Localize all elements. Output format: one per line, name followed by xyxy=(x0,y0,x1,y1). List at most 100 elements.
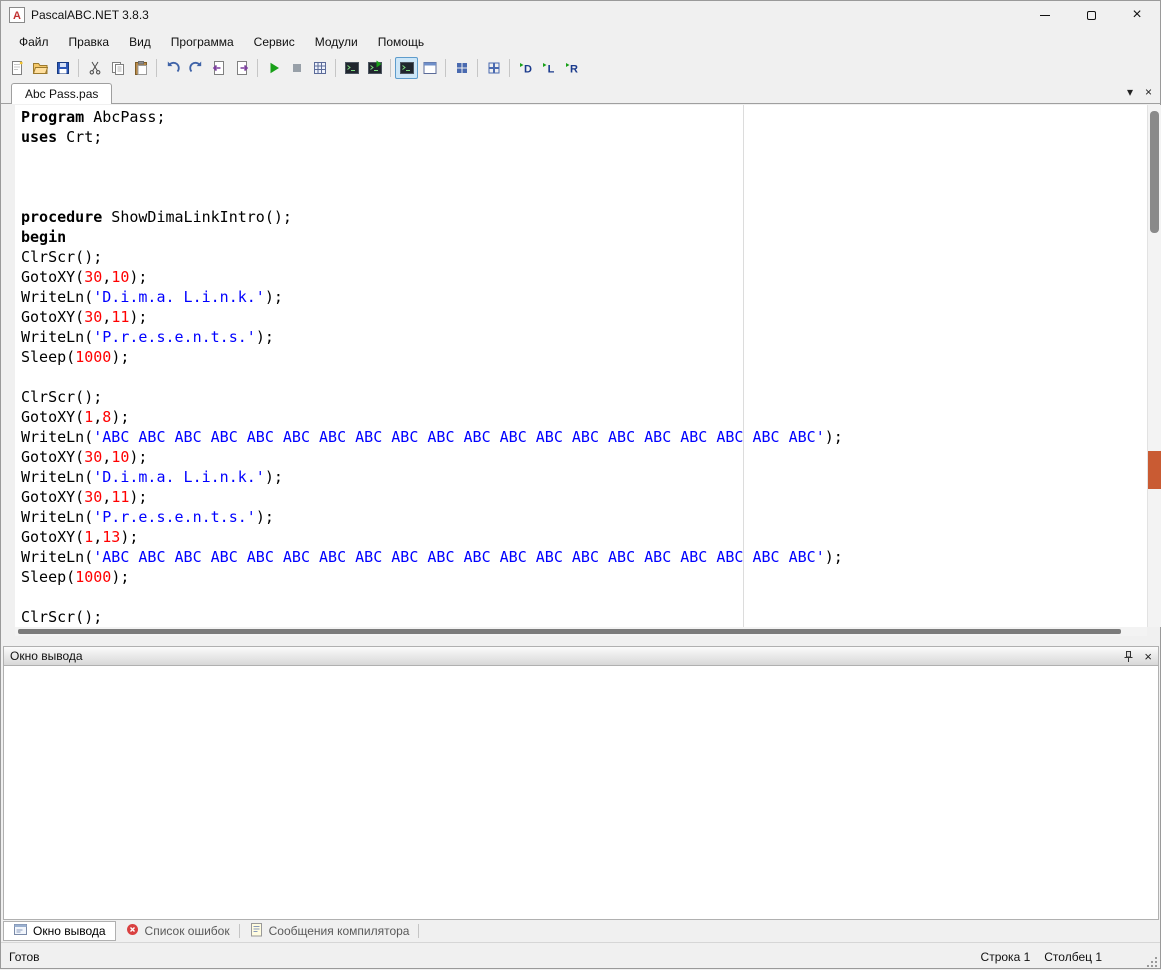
menu-program[interactable]: Программа xyxy=(161,31,244,53)
menu-view[interactable]: Вид xyxy=(119,31,161,53)
resize-grip[interactable] xyxy=(1145,955,1157,967)
toolbar-separator xyxy=(257,59,258,77)
menu-file[interactable]: Файл xyxy=(9,31,59,53)
templates-window-icon xyxy=(486,60,502,76)
error-cross-icon xyxy=(125,922,140,940)
save-file-icon xyxy=(55,60,71,76)
tab-list-dropdown-button[interactable]: ▾ xyxy=(1127,85,1133,99)
output-panel-header: Окно вывода × xyxy=(3,646,1159,666)
vertical-scrollbar-thumb[interactable] xyxy=(1150,111,1159,233)
new-file-button[interactable] xyxy=(5,57,28,79)
bottom-tab-label: Список ошибок xyxy=(144,924,230,938)
code-line-26: ClrScr(); xyxy=(21,608,103,626)
menu-service[interactable]: Сервис xyxy=(244,31,305,53)
console-toggle-icon xyxy=(399,60,415,76)
module-l-button[interactable]: L xyxy=(537,57,560,79)
status-column: Столбец 1 xyxy=(1044,949,1102,964)
code-line-15: ClrScr(); xyxy=(21,388,103,406)
code-line-21: WriteLn('P.r.e.s.e.n.t.s.'); xyxy=(21,508,274,526)
maximize-icon xyxy=(1086,10,1096,20)
minimize-button[interactable] xyxy=(1022,1,1068,29)
code-line-1: Program AbcPass; xyxy=(21,108,166,126)
bottom-tab-output[interactable]: Окно вывода xyxy=(3,921,116,941)
toolbar-separator xyxy=(445,59,446,77)
copy-button[interactable] xyxy=(106,57,129,79)
close-output-button[interactable]: × xyxy=(1144,649,1152,664)
watch-window-icon xyxy=(454,60,470,76)
redo-button[interactable] xyxy=(184,57,207,79)
run-button[interactable] xyxy=(262,57,285,79)
vertical-scrollbar[interactable] xyxy=(1147,105,1161,627)
status-bar: Готов Строка 1 Столбец 1 xyxy=(1,942,1160,970)
bottom-tab-error-list[interactable]: Список ошибок xyxy=(116,921,239,941)
code-line-9: GotoXY(30,10); xyxy=(21,268,148,286)
svg-text:D: D xyxy=(524,64,532,76)
close-button[interactable]: × xyxy=(1114,1,1160,29)
redo-icon xyxy=(188,60,204,76)
expression-pad-icon xyxy=(312,60,328,76)
expression-pad-button[interactable] xyxy=(308,57,331,79)
toolbar-separator xyxy=(477,59,478,77)
copy-icon xyxy=(110,60,126,76)
module-d-button[interactable]: D xyxy=(514,57,537,79)
module-r-icon: R xyxy=(564,60,580,76)
undo-icon xyxy=(165,60,181,76)
run-console-icon xyxy=(367,60,383,76)
window-title: PascalABC.NET 3.8.3 xyxy=(31,8,149,22)
maximize-button[interactable] xyxy=(1068,1,1114,29)
bottom-tab-label: Сообщения компилятора xyxy=(268,924,410,938)
menu-modules[interactable]: Модули xyxy=(305,31,368,53)
code-line-12: WriteLn('P.r.e.s.e.n.t.s.'); xyxy=(21,328,274,346)
run-console-button[interactable] xyxy=(363,57,386,79)
menu-help[interactable]: Помощь xyxy=(368,31,434,53)
svg-text:L: L xyxy=(547,64,554,76)
menu-edit[interactable]: Правка xyxy=(59,31,120,53)
bottom-tab-bar: Окно вывода Список ошибок Сообщения компил… xyxy=(1,920,1160,942)
module-r-button[interactable]: R xyxy=(560,57,583,79)
code-editor[interactable]: Program AbcPass; uses Crt; procedure Show… xyxy=(15,105,1147,627)
output-window-icon xyxy=(344,60,360,76)
code-line-10: WriteLn('D.i.m.a. L.i.n.k.'); xyxy=(21,288,283,306)
menu-bar: Файл Правка Вид Программа Сервис Модули Помощь xyxy=(1,29,1160,55)
open-file-button[interactable] xyxy=(28,57,51,79)
cut-button[interactable] xyxy=(83,57,106,79)
horizontal-scrollbar-thumb[interactable] xyxy=(18,629,1121,634)
nav-back-button[interactable] xyxy=(207,57,230,79)
caret-position: Строка 1 Столбец 1 xyxy=(981,950,1152,964)
svg-text:A: A xyxy=(13,10,21,22)
templates-window-button[interactable] xyxy=(482,57,505,79)
toolbar-separator xyxy=(390,59,391,77)
bottom-tab-compiler-messages[interactable]: Сообщения компилятора xyxy=(240,921,419,941)
open-file-icon xyxy=(32,60,48,76)
code-line-24: Sleep(1000); xyxy=(21,568,130,586)
scrollbar-marker xyxy=(1148,451,1161,489)
save-file-button[interactable] xyxy=(51,57,74,79)
code-line-6: procedure ShowDimaLinkIntro(); xyxy=(21,208,292,226)
horizontal-scrollbar[interactable] xyxy=(15,627,1147,636)
watch-window-button[interactable] xyxy=(450,57,473,79)
stop-button[interactable] xyxy=(285,57,308,79)
bottom-tab-separator xyxy=(418,924,420,938)
console-toggle-button[interactable] xyxy=(395,57,418,79)
output-panel-title: Окно вывода xyxy=(10,649,83,663)
undo-button[interactable] xyxy=(161,57,184,79)
form-designer-button[interactable] xyxy=(418,57,441,79)
close-tab-button[interactable]: × xyxy=(1145,85,1152,99)
pin-button[interactable] xyxy=(1122,650,1134,663)
paste-button[interactable] xyxy=(129,57,152,79)
code-line-20: GotoXY(30,11); xyxy=(21,488,148,506)
code-area: Program AbcPass; uses Crt; procedure Show… xyxy=(15,105,1147,627)
bottom-tab-label: Окно вывода xyxy=(33,924,106,938)
toolbar-separator xyxy=(78,59,79,77)
close-icon: × xyxy=(1132,6,1142,23)
tab-abc-pass[interactable]: Abc Pass.pas xyxy=(11,83,113,104)
code-line-23: WriteLn('ABC ABC ABC ABC ABC ABC ABC ABC… xyxy=(21,548,843,566)
nav-forward-button[interactable] xyxy=(230,57,253,79)
code-line-19: WriteLn('D.i.m.a. L.i.n.k.'); xyxy=(21,468,283,486)
paste-icon xyxy=(133,60,149,76)
minimize-icon xyxy=(1040,14,1050,16)
output-window-button[interactable] xyxy=(340,57,363,79)
pin-icon xyxy=(1124,650,1133,662)
